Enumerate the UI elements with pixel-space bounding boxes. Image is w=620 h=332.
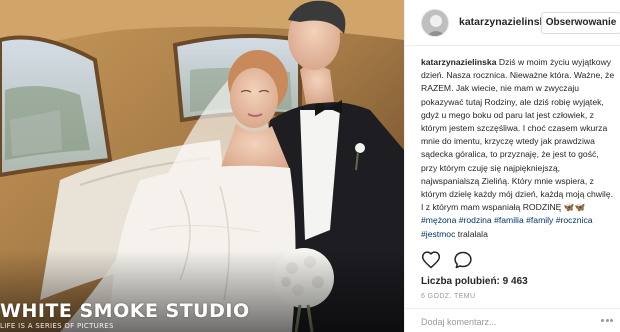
likes-number: 9 463 xyxy=(502,276,528,287)
post-actions xyxy=(421,250,481,270)
likes-label: Liczba polubień: xyxy=(421,276,500,287)
post-timestamp[interactable]: 6 GODZ. TEMU xyxy=(421,293,475,300)
hashtag-link[interactable]: #rocznica xyxy=(556,215,593,225)
post-side-panel: katarzynazielinska Obserwowanie katarzyn… xyxy=(404,0,620,332)
hashtag-link[interactable]: #familia xyxy=(494,215,524,225)
post-username[interactable]: katarzynazielinska xyxy=(459,16,551,28)
hashtag-link[interactable]: #jestmoc xyxy=(421,229,455,239)
caption-username[interactable]: katarzynazielinska xyxy=(421,57,496,67)
follow-button[interactable]: Obserwowanie xyxy=(541,12,620,34)
butterfly-emoji: 🦋🦋 xyxy=(563,202,586,213)
photo-watermark: WHITE SMOKE STUDIO xyxy=(0,300,250,322)
heart-outline-icon[interactable] xyxy=(421,250,441,270)
hashtag-link[interactable]: #family xyxy=(526,215,553,225)
wedding-photo-illustration xyxy=(0,0,404,332)
hashtag-link[interactable]: #rodzina xyxy=(459,215,492,225)
likes-count[interactable]: Liczba polubień: 9 463 xyxy=(421,276,528,287)
post-photo: WHITE SMOKE STUDIO LIFE IS A SERIES OF P… xyxy=(0,0,404,332)
photo-watermark-tagline: LIFE IS A SERIES OF PICTURES xyxy=(0,322,114,330)
caption-end-text: tralalala xyxy=(457,228,488,239)
post-caption: katarzynazielinska Dziś w moim życiu wyj… xyxy=(421,56,617,241)
comment-input[interactable] xyxy=(421,315,591,329)
caption-text: Dziś w moim życiu wyjątkowy dzień. Nasza… xyxy=(421,57,615,213)
comment-bar xyxy=(405,308,620,332)
avatar-image xyxy=(422,10,448,36)
post-header: katarzynazielinska Obserwowanie xyxy=(405,0,620,46)
speech-bubble-icon[interactable] xyxy=(453,250,473,270)
hashtag-link[interactable]: #mężona xyxy=(421,215,456,225)
more-options-icon[interactable] xyxy=(601,319,615,323)
profile-avatar[interactable] xyxy=(421,9,449,37)
